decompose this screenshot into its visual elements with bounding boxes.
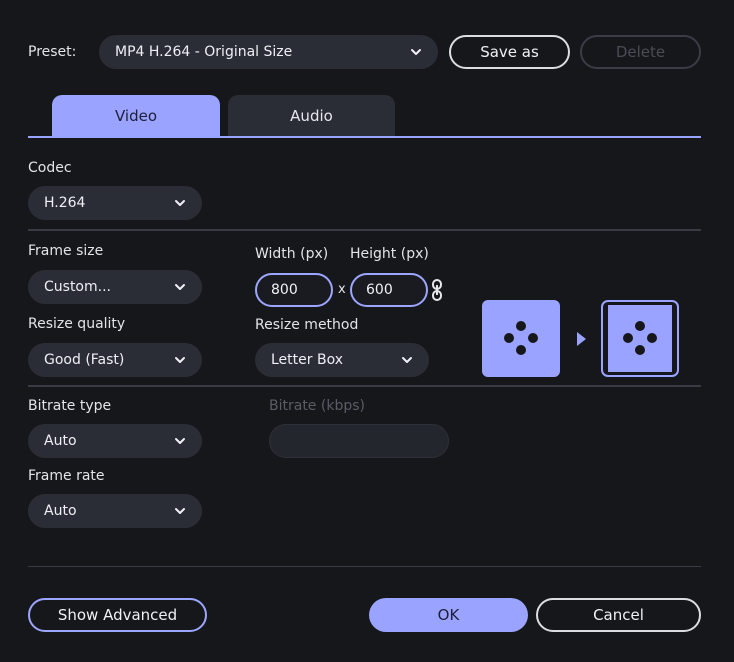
preset-value: MP4 H.264 - Original Size bbox=[115, 44, 293, 60]
link-aspect-icon[interactable] bbox=[431, 279, 443, 305]
resize-quality-value: Good (Fast) bbox=[44, 352, 125, 368]
codec-select[interactable]: H.264 bbox=[28, 186, 202, 220]
frame-size-label: Frame size bbox=[28, 243, 104, 259]
frame-size-value: Custom... bbox=[44, 279, 111, 295]
bitrate-type-select[interactable]: Auto bbox=[28, 424, 202, 458]
section-divider bbox=[28, 385, 701, 387]
delete-button[interactable]: Delete bbox=[580, 35, 701, 69]
codec-label: Codec bbox=[28, 160, 72, 176]
height-label: Height (px) bbox=[350, 246, 429, 262]
chevron-down-icon bbox=[174, 281, 186, 293]
chevron-down-icon bbox=[174, 435, 186, 447]
bitrate-type-value: Auto bbox=[44, 433, 77, 449]
footer-divider bbox=[28, 566, 701, 567]
tab-video[interactable]: Video bbox=[52, 95, 220, 137]
width-input[interactable]: 800 bbox=[255, 273, 333, 307]
resize-method-value: Letter Box bbox=[271, 352, 343, 368]
show-advanced-button[interactable]: Show Advanced bbox=[28, 598, 207, 632]
bitrate-input[interactable] bbox=[269, 424, 449, 458]
bitrate-type-label: Bitrate type bbox=[28, 398, 112, 414]
resize-method-select[interactable]: Letter Box bbox=[255, 343, 429, 377]
dimension-separator: x bbox=[338, 282, 346, 297]
bitrate-label: Bitrate (kbps) bbox=[269, 398, 365, 414]
resize-quality-label: Resize quality bbox=[28, 316, 126, 332]
save-as-button[interactable]: Save as bbox=[449, 35, 570, 69]
section-divider bbox=[28, 229, 701, 231]
codec-value: H.264 bbox=[44, 195, 86, 211]
width-label: Width (px) bbox=[255, 246, 329, 262]
ok-button[interactable]: OK bbox=[369, 598, 528, 632]
source-frame-icon bbox=[482, 300, 560, 377]
frame-rate-value: Auto bbox=[44, 503, 77, 519]
chevron-down-icon bbox=[401, 354, 413, 366]
resize-method-label: Resize method bbox=[255, 317, 359, 333]
resize-preview bbox=[482, 300, 680, 382]
preset-label: Preset: bbox=[28, 44, 77, 60]
tab-audio[interactable]: Audio bbox=[228, 95, 395, 137]
letterbox-frame-icon bbox=[601, 300, 679, 377]
chevron-down-icon bbox=[410, 46, 422, 58]
cancel-button[interactable]: Cancel bbox=[536, 598, 701, 632]
resize-quality-select[interactable]: Good (Fast) bbox=[28, 343, 202, 377]
height-input[interactable]: 600 bbox=[350, 273, 428, 307]
frame-size-select[interactable]: Custom... bbox=[28, 270, 202, 304]
frame-rate-select[interactable]: Auto bbox=[28, 494, 202, 528]
chevron-down-icon bbox=[174, 505, 186, 517]
frame-rate-label: Frame rate bbox=[28, 468, 105, 484]
tab-underline bbox=[28, 136, 701, 138]
arrow-right-icon bbox=[577, 332, 586, 346]
preset-select[interactable]: MP4 H.264 - Original Size bbox=[99, 35, 438, 69]
chevron-down-icon bbox=[174, 197, 186, 209]
chevron-down-icon bbox=[174, 354, 186, 366]
